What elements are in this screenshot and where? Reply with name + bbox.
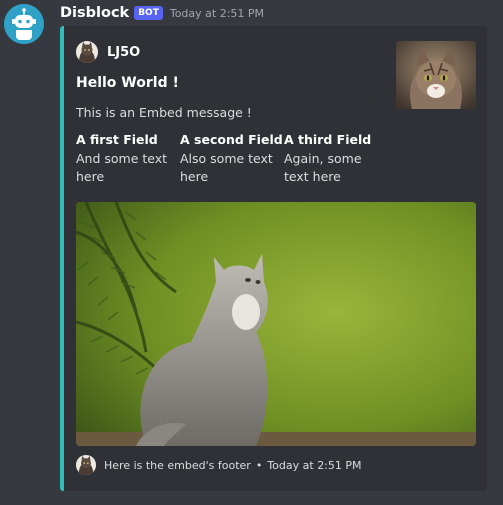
embed-image[interactable] (76, 202, 476, 446)
footer-avatar-icon (76, 455, 96, 475)
field-value: Also some text here (180, 151, 273, 184)
field-value: Again, some text here (284, 151, 362, 184)
bot-avatar[interactable] (4, 4, 44, 44)
field-name: A third Field (284, 132, 372, 147)
embed-description: This is an Embed message ! (76, 105, 252, 120)
embed-thumbnail[interactable] (396, 41, 476, 109)
field-name: A second Field (180, 132, 283, 147)
footer-separator: • (255, 458, 263, 472)
embed-author: LJ5O (76, 40, 140, 64)
embed-footer: Here is the embed's footer • Today at 2:… (76, 455, 362, 475)
embed: LJ5O Hello World ! This is an Embed mess… (60, 26, 487, 491)
embed-title: Hello World ! (76, 75, 179, 91)
robot-icon (4, 4, 44, 44)
message-header: Disblock BOT Today at 2:51 PM (60, 3, 264, 23)
embed-field: A second Field Also some text here (180, 131, 284, 186)
username[interactable]: Disblock (60, 5, 129, 21)
embed-footer-timestamp: Today at 2:51 PM (267, 458, 362, 472)
embed-author-name[interactable]: LJ5O (107, 45, 140, 60)
embed-field: A first Field And some text here (76, 131, 180, 186)
embed-accent-bar (60, 26, 64, 491)
embed-footer-text: Here is the embed's footer (104, 458, 251, 472)
embed-field: A third Field Again, some text here (284, 131, 388, 186)
chat-message: Disblock BOT Today at 2:51 PM LJ5O Hello… (0, 0, 503, 505)
embed-fields: A first Field And some text here A secon… (76, 131, 388, 186)
author-avatar-icon (76, 41, 98, 63)
field-name: A first Field (76, 132, 158, 147)
field-value: And some text here (76, 151, 168, 184)
message-timestamp: Today at 2:51 PM (169, 6, 265, 20)
bot-badge: BOT (134, 6, 163, 20)
